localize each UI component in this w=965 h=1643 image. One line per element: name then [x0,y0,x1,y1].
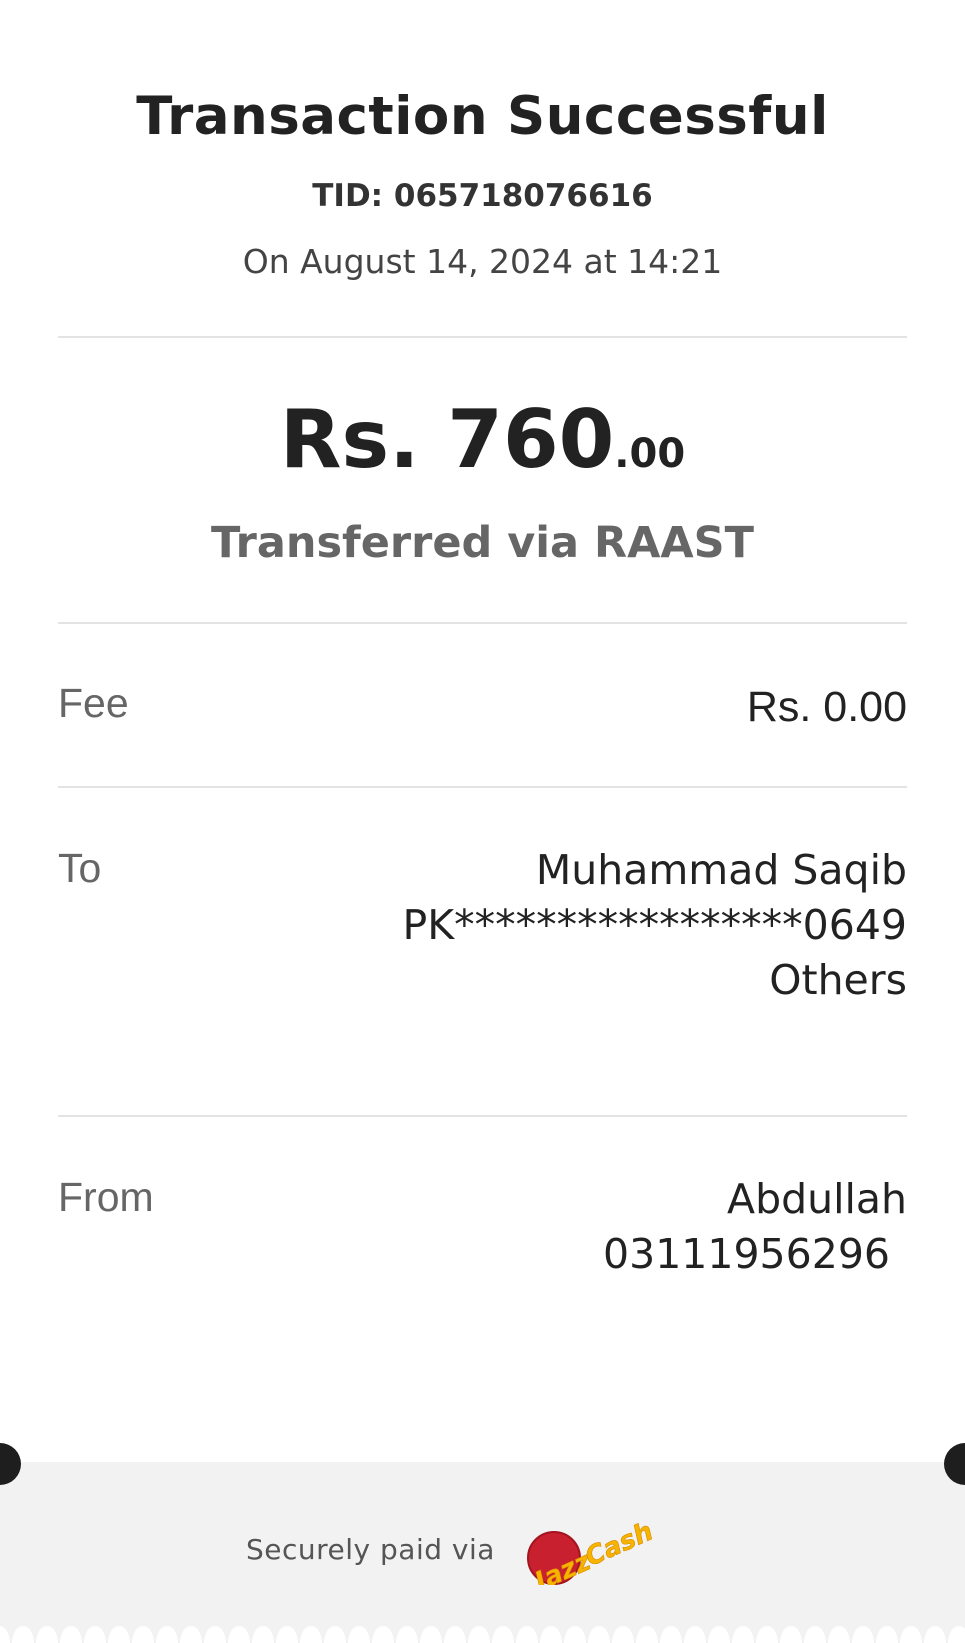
recipient-bank: Others [769,956,907,1004]
scallop [636,1626,658,1643]
from-label: From [58,1174,154,1220]
scallop [756,1626,778,1643]
jazzcash-logo: Jazz Cash [526,1516,658,1585]
scallop [900,1626,922,1643]
to-label: To [58,845,102,891]
svg-text:Cash: Cash [581,1517,658,1573]
recipient-name: Muhammad Saqib [535,846,907,894]
divider [58,786,907,788]
scallop [108,1626,130,1643]
transfer-method: Transferred via RAAST [211,518,754,568]
scallop [36,1626,58,1643]
scallop [324,1626,346,1643]
scallop [180,1626,202,1643]
scallop [708,1626,730,1643]
scallop [612,1626,634,1643]
divider [58,1115,907,1117]
recipient-account: PK*****************0649 [402,901,907,949]
scallop [348,1626,370,1643]
scallop [156,1626,178,1643]
scallop [492,1626,514,1643]
divider [58,336,907,338]
scallop [468,1626,490,1643]
divider [58,622,907,624]
scallop [60,1626,82,1643]
transaction-id: TID: 065718076616 [312,178,653,214]
scallop [948,1626,965,1643]
fee-label: Fee [58,680,129,726]
scallop [396,1626,418,1643]
scallop [276,1626,298,1643]
scallop [516,1626,538,1643]
amount-main: Rs. 760 [279,393,615,486]
scallop [540,1626,562,1643]
scallop [780,1626,802,1643]
scallop [84,1626,106,1643]
scallop [660,1626,682,1643]
transaction-date: On August 14, 2024 at 14:21 [242,242,723,281]
scallop [252,1626,274,1643]
scallop [444,1626,466,1643]
amount-cents: .00 [614,431,686,477]
scallop [924,1626,946,1643]
scallop [372,1626,394,1643]
fee-value: Rs. 0.00 [746,683,907,731]
scallop [420,1626,442,1643]
scallop [876,1626,898,1643]
scallop [852,1626,874,1643]
transaction-amount: Rs. 760.00 [0,400,965,480]
scallop [228,1626,250,1643]
scallop [204,1626,226,1643]
scallop [300,1626,322,1643]
scallop [132,1626,154,1643]
recipient-details: Muhammad Saqib PK*****************0649 O… [403,843,907,1008]
scallop [828,1626,850,1643]
receipt-title: Transaction Successful [136,86,829,147]
transaction-receipt: Transaction Successful TID: 065718076616… [0,0,965,1643]
scallop [12,1626,34,1643]
scallop [684,1626,706,1643]
scallop [564,1626,586,1643]
sender-number: 03111956296 [603,1230,890,1278]
sender-name: Abdullah [727,1175,907,1223]
sender-details: Abdullah 03111956296 [603,1172,907,1282]
scallop [804,1626,826,1643]
receipt-scalloped-edge [0,1626,965,1643]
secure-payment-text: Securely paid via [246,1533,495,1566]
scallop [0,1626,10,1643]
scallop [732,1626,754,1643]
scallop [588,1626,610,1643]
